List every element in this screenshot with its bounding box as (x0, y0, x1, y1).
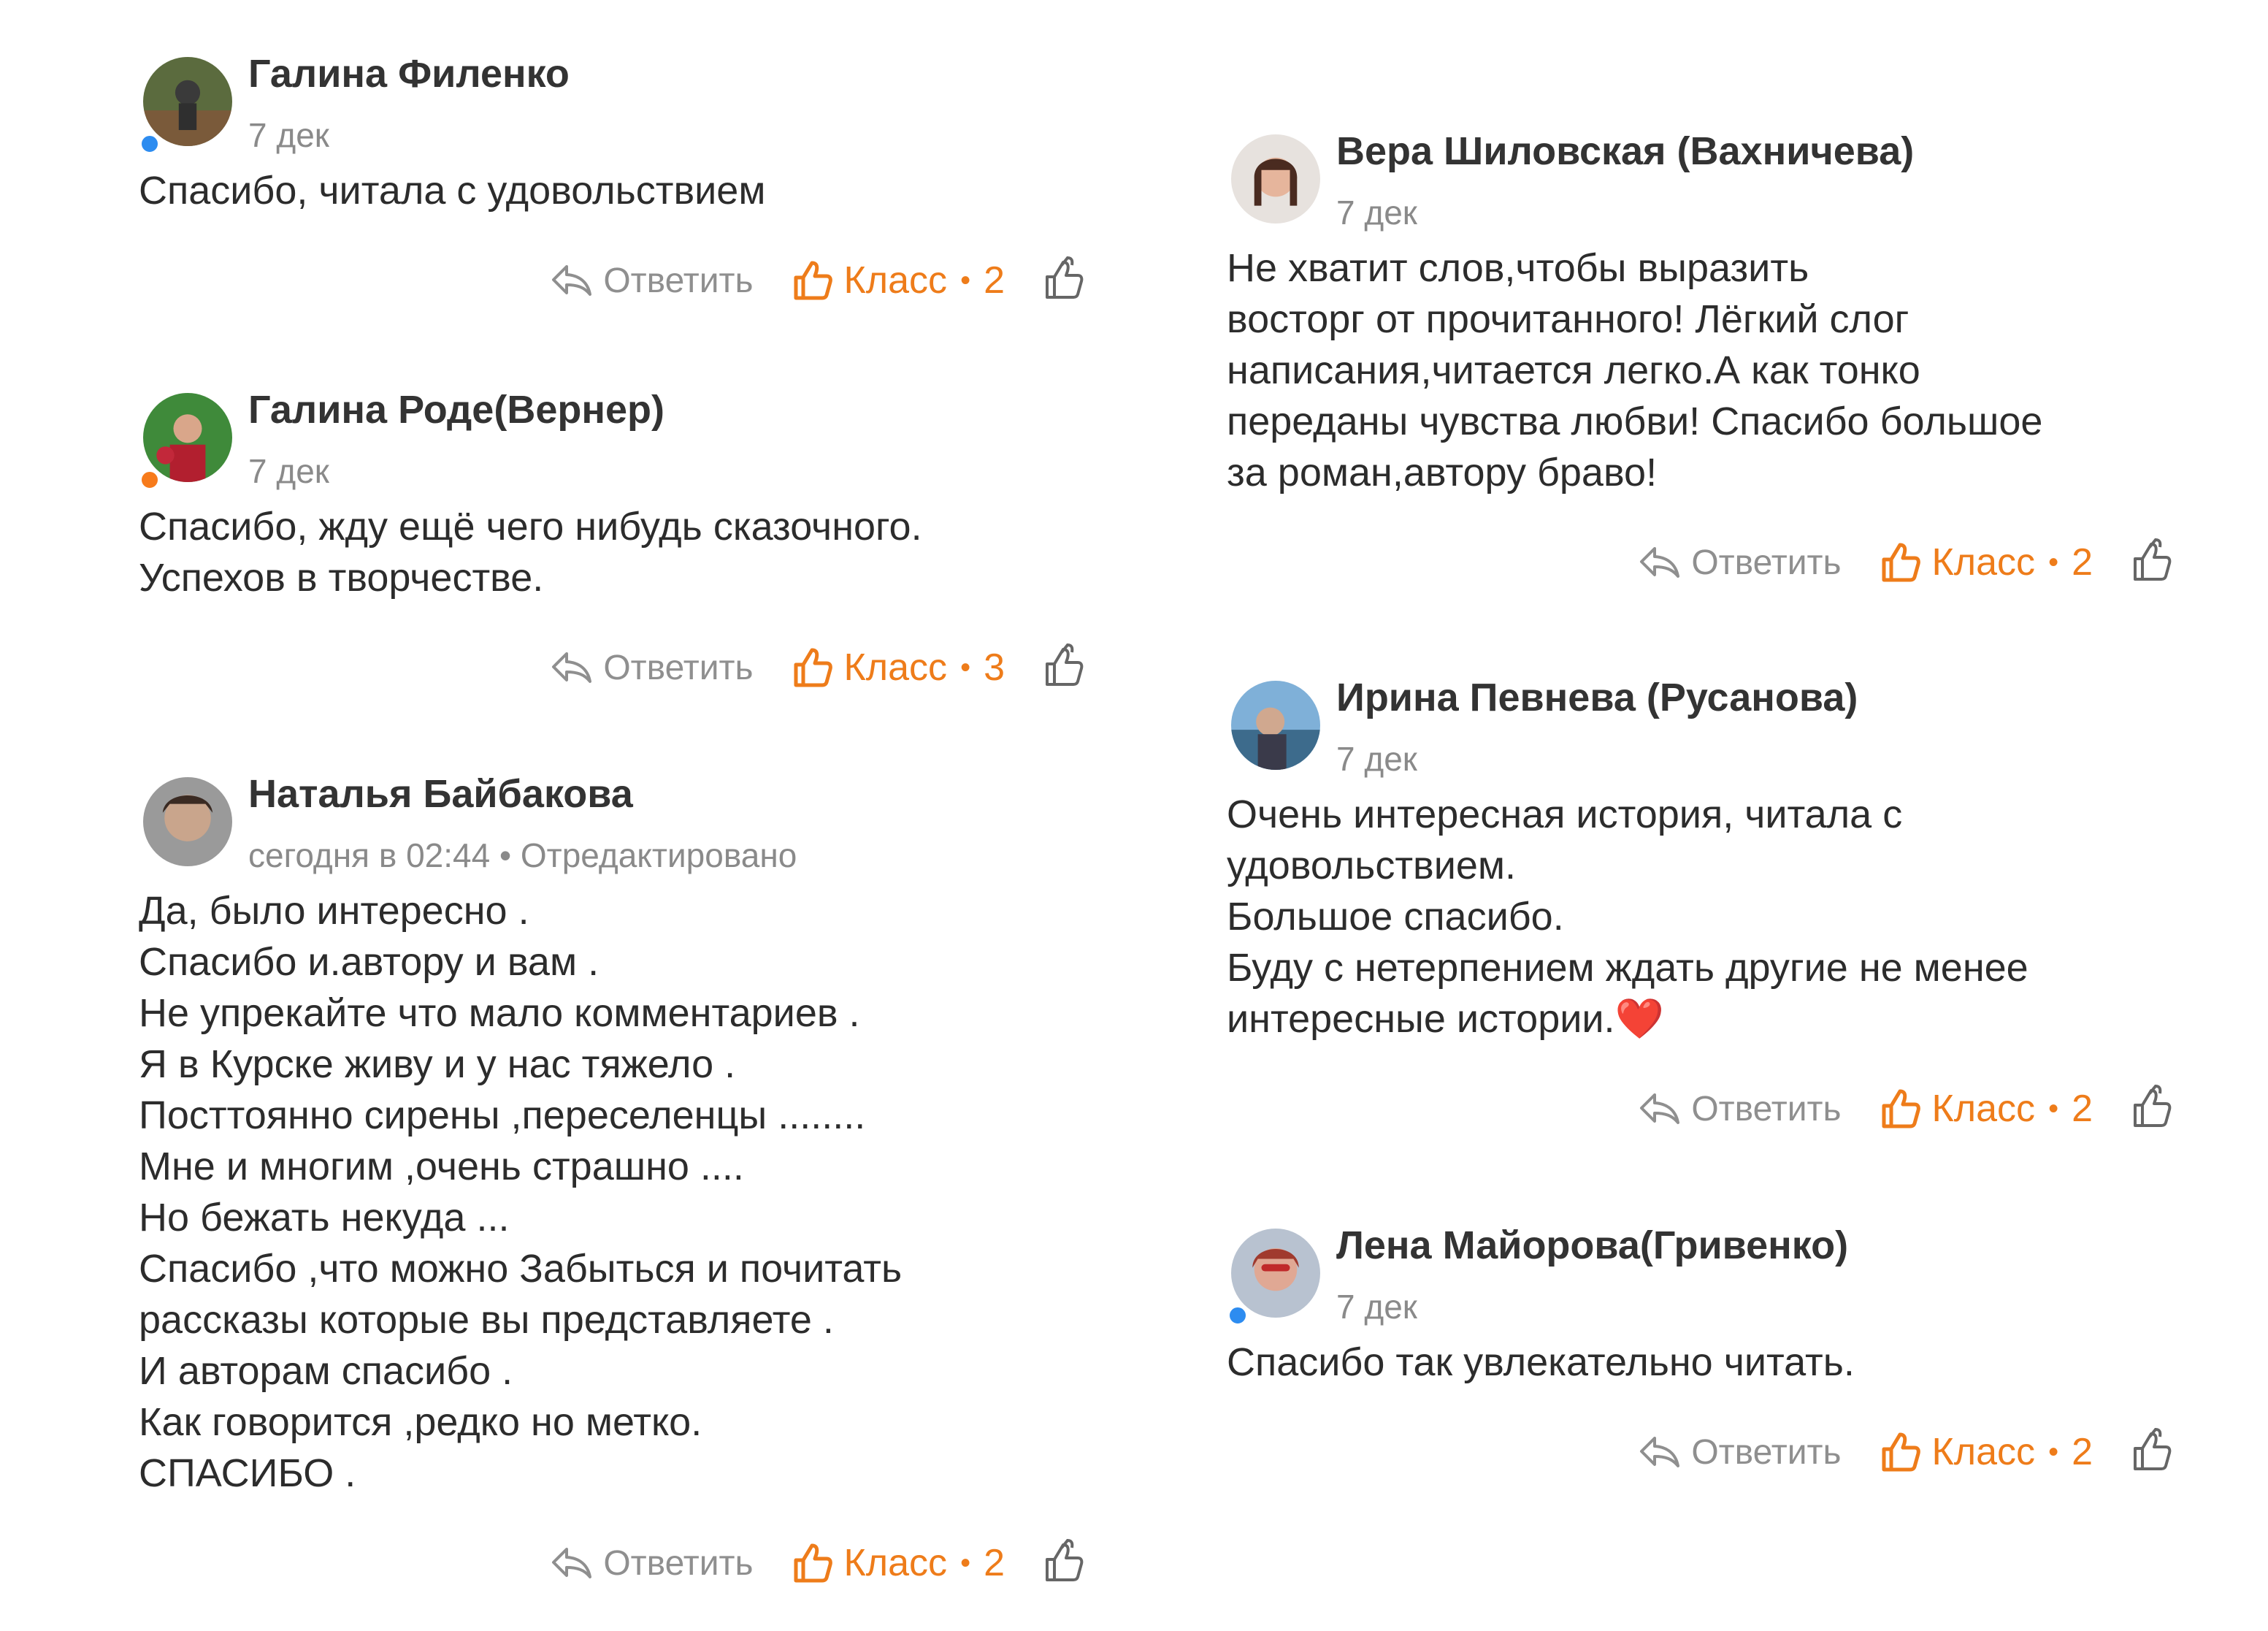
comment-date: сегодня в 02:44 • Отредактировано (248, 836, 797, 874)
avatar[interactable] (143, 393, 232, 482)
reply-label: Ответить (1691, 1432, 1842, 1472)
avatar[interactable] (143, 57, 232, 146)
comment-header: Ирина Певнева (Русанова) 7 дек (1227, 675, 2205, 784)
thumbs-up-icon (1882, 1089, 1920, 1128)
like-label: Класс (1931, 1431, 2036, 1473)
like-button[interactable]: Класс • 2 (790, 259, 1005, 302)
comment-date: 7 дек (248, 452, 329, 490)
comment-date: 7 дек (1336, 1288, 1417, 1326)
comment: Вера Шиловская (Вахничева) 7 дек Не хват… (1227, 129, 2205, 592)
avatar[interactable] (1231, 1229, 1320, 1318)
online-indicator (1227, 1305, 1249, 1326)
comment: Галина Роде(Вернер) 7 дек Спасибо, жду е… (139, 387, 1117, 697)
reply-icon (1640, 547, 1680, 578)
author-name[interactable]: Галина Филенко (248, 51, 570, 96)
comment-header: Наталья Байбакова сегодня в 02:44 • Отре… (139, 771, 1117, 881)
separator: • (2048, 1092, 2059, 1125)
comment: Наталья Байбакова сегодня в 02:44 • Отре… (139, 771, 1117, 1592)
like-count[interactable]: 2 (984, 259, 1005, 302)
like-label: Класс (843, 646, 948, 689)
like-count[interactable]: 2 (2072, 1430, 2093, 1474)
separator: • (960, 651, 971, 684)
reply-button[interactable]: Ответить (1637, 1089, 1842, 1129)
reply-button[interactable]: Ответить (549, 648, 754, 688)
avatar[interactable] (143, 777, 232, 866)
comment-actions: Ответить Класс • 2 (139, 1534, 1117, 1592)
comment-text: Не хватит слов,чтобы выразить восторг от… (1227, 246, 2043, 494)
comment-header: Лена Майорова(Гривенко) 7 дек (1227, 1223, 2205, 1332)
comment-text: Очень интересная история, читала с удово… (1227, 792, 2028, 1041)
comment-text: Спасибо, жду ещё чего нибудь сказочного.… (139, 505, 922, 600)
online-indicator (139, 133, 161, 155)
avatar[interactable] (1231, 681, 1320, 770)
reply-icon (552, 1548, 592, 1578)
reply-label: Ответить (603, 1543, 754, 1583)
separator: • (960, 1546, 971, 1579)
reply-label: Ответить (603, 261, 754, 300)
comment-header: Галина Филенко 7 дек (139, 51, 1117, 161)
like-button[interactable]: Класс • 2 (1878, 1430, 2093, 1474)
likers-icon[interactable] (1040, 255, 1088, 307)
author-name[interactable]: Лена Майорова(Гривенко) (1336, 1223, 1848, 1268)
comment: Галина Филенко 7 дек Спасибо, читала с у… (139, 51, 1117, 310)
comment-date: 7 дек (1336, 194, 1417, 232)
reply-label: Ответить (603, 648, 754, 687)
author-name[interactable]: Ирина Певнева (Русанова) (1336, 675, 1858, 720)
like-button[interactable]: Класс • 3 (790, 646, 1005, 690)
like-count[interactable]: 2 (2072, 541, 2093, 584)
like-count[interactable]: 2 (984, 1541, 1005, 1585)
comment-actions: Ответить Класс • 2 (1227, 1080, 2205, 1138)
comment-date: 7 дек (248, 116, 329, 154)
likers-icon[interactable] (1040, 1538, 1088, 1589)
comment-actions: Ответить Класс • 2 (139, 251, 1117, 310)
like-count[interactable]: 2 (2072, 1087, 2093, 1131)
author-name[interactable]: Наталья Байбакова (248, 771, 633, 817)
comment-text: Спасибо так увлекательно читать. (1227, 1340, 1855, 1384)
reply-icon (1640, 1437, 1680, 1467)
thumbs-up-icon (1882, 1432, 1920, 1472)
likers-icon[interactable] (1040, 642, 1088, 694)
comment-date: 7 дек (1336, 740, 1417, 778)
like-button[interactable]: Класс • 2 (790, 1541, 1005, 1585)
reply-label: Ответить (1691, 543, 1842, 582)
comment: Ирина Певнева (Русанова) 7 дек Очень инт… (1227, 675, 2205, 1138)
likers-icon[interactable] (2128, 537, 2176, 589)
reply-label: Ответить (1691, 1089, 1842, 1128)
reply-icon (552, 652, 592, 683)
likers-icon[interactable] (2128, 1426, 2176, 1478)
comment-text: Да, было интересно . Спасибо и.автору и … (139, 889, 903, 1495)
comment-header: Вера Шиловская (Вахничева) 7 дек (1227, 129, 2205, 238)
like-count[interactable]: 3 (984, 646, 1005, 690)
author-name[interactable]: Вера Шиловская (Вахничева) (1336, 129, 1914, 174)
author-name[interactable]: Галина Роде(Вернер) (248, 387, 664, 432)
reply-icon (1640, 1093, 1680, 1124)
comment-header: Галина Роде(Вернер) 7 дек (139, 387, 1117, 497)
separator: • (960, 264, 971, 297)
reply-icon (552, 265, 592, 296)
thumbs-up-icon (794, 1543, 832, 1583)
like-label: Класс (1931, 541, 2036, 584)
reply-button[interactable]: Ответить (1637, 1432, 1842, 1473)
likers-icon[interactable] (2128, 1083, 2176, 1135)
like-label: Класс (843, 259, 948, 302)
avatar[interactable] (1231, 134, 1320, 224)
online-indicator (139, 469, 161, 491)
reply-button[interactable]: Ответить (549, 1543, 754, 1584)
comment-text: Спасибо, читала с удовольствием (139, 169, 766, 213)
reply-button[interactable]: Ответить (549, 261, 754, 301)
like-button[interactable]: Класс • 2 (1878, 1087, 2093, 1131)
comment-actions: Ответить Класс • 2 (1227, 1423, 2205, 1481)
comment-actions: Ответить Класс • 2 (1227, 533, 2205, 592)
separator: • (2048, 546, 2059, 578)
like-button[interactable]: Класс • 2 (1878, 541, 2093, 584)
comment-actions: Ответить Класс • 3 (139, 638, 1117, 697)
reply-button[interactable]: Ответить (1637, 543, 1842, 583)
like-label: Класс (843, 1542, 948, 1584)
separator: • (2048, 1435, 2059, 1468)
thumbs-up-icon (1882, 543, 1920, 582)
thumbs-up-icon (794, 261, 832, 300)
like-label: Класс (1931, 1088, 2036, 1130)
thumbs-up-icon (794, 648, 832, 687)
comment: Лена Майорова(Гривенко) 7 дек Спасибо та… (1227, 1223, 2205, 1481)
